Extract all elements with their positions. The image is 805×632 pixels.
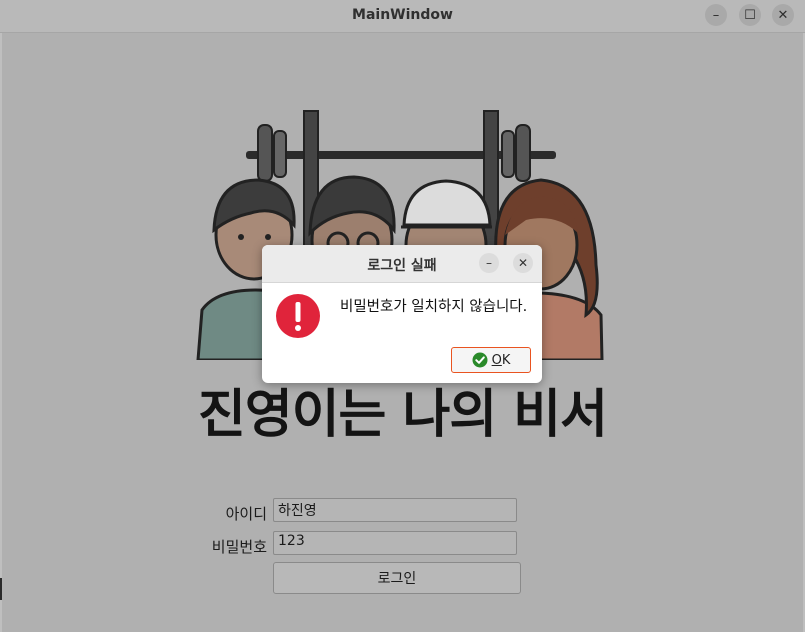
dialog-minimize-icon[interactable]: –	[479, 253, 499, 273]
window-title: MainWindow	[352, 7, 453, 23]
login-button[interactable]: 로그인	[273, 562, 521, 594]
close-icon[interactable]: ✕	[772, 4, 794, 26]
password-label: 비밀번호	[211, 538, 267, 556]
minimize-icon[interactable]: –	[705, 4, 727, 26]
dialog-message: 비밀번호가 일치하지 않습니다.	[340, 299, 528, 315]
maximize-icon[interactable]: ☐	[739, 4, 761, 26]
password-field[interactable]: 123	[273, 531, 517, 555]
dialog-title: 로그인 실패	[367, 258, 437, 274]
login-failed-dialog: 로그인 실패 – ✕ 비밀번호가 일치하지 않습니다. OK	[262, 245, 542, 383]
window-titlebar: MainWindow – ☐ ✕	[0, 0, 805, 33]
id-field[interactable]: 하진영	[273, 498, 517, 522]
headline: 진영이는 나의 비서	[198, 385, 608, 445]
ok-button[interactable]: OK	[451, 347, 531, 373]
dialog-titlebar: 로그인 실패 – ✕	[262, 245, 542, 283]
ok-mnemonic: O	[491, 352, 502, 368]
ok-label-rest: K	[501, 352, 511, 368]
id-label: 아이디	[225, 505, 267, 523]
error-icon	[276, 294, 320, 338]
dialog-close-icon[interactable]: ✕	[513, 253, 533, 273]
window-edge-mark	[0, 578, 2, 600]
ok-button-label: OK	[492, 353, 511, 368]
check-circle-icon	[472, 352, 488, 368]
